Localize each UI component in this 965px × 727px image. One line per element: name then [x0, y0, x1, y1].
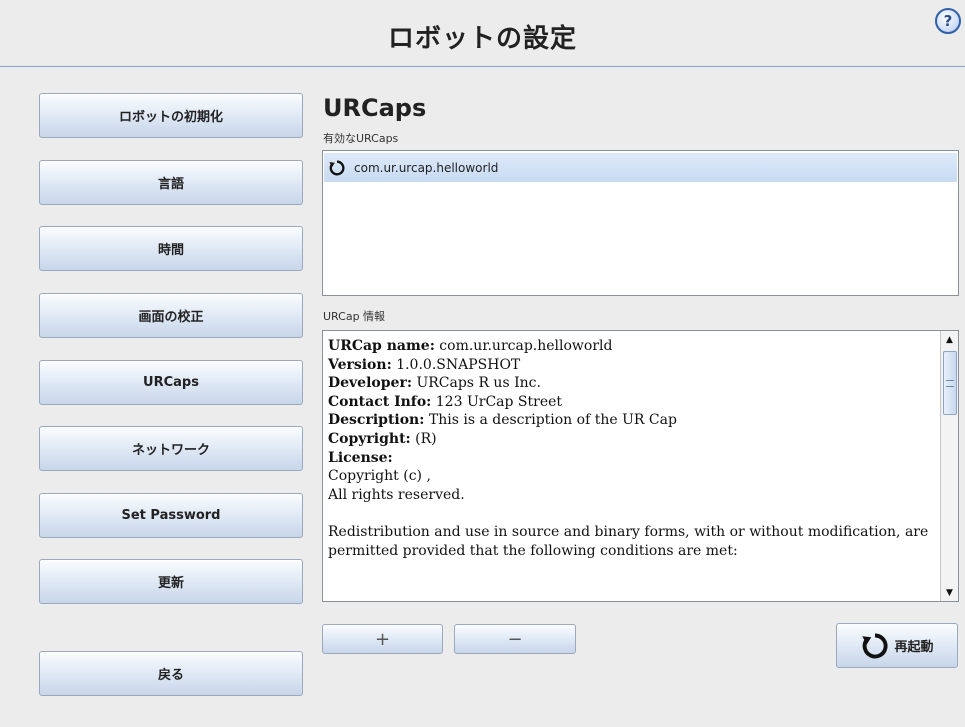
restart-button[interactable]: 再起動	[836, 623, 958, 668]
active-urcaps-label: 有効なURCaps	[323, 132, 399, 145]
info-version-value: 1.0.0.SNAPSHOT	[391, 356, 521, 373]
info-developer-label: Developer:	[328, 375, 412, 392]
back-button[interactable]: 戻る	[39, 651, 303, 696]
section-title: URCaps	[323, 94, 427, 122]
info-description-value: This is a description of the UR Cap	[424, 412, 677, 429]
scroll-thumb[interactable]	[943, 351, 957, 415]
nav-robot-init-button[interactable]: ロボットの初期化	[39, 93, 303, 138]
restart-icon	[329, 160, 345, 175]
nav-urcaps-button[interactable]: URCaps	[39, 360, 303, 405]
urcap-info-label: URCap 情報	[323, 310, 386, 323]
restart-label: 再起動	[894, 640, 934, 655]
scroll-down-arrow-icon[interactable]: ▼	[941, 584, 958, 601]
restart-icon	[862, 633, 889, 658]
info-developer-value: URCaps R us Inc.	[412, 375, 541, 392]
nav-update-button[interactable]: 更新	[39, 559, 303, 604]
remove-urcap-button[interactable]: −	[454, 624, 576, 654]
info-copyright-value: (R)	[410, 430, 437, 447]
urcap-name: com.ur.urcap.helloworld	[354, 160, 499, 175]
nav-time-button[interactable]: 時間	[39, 226, 303, 271]
page-title: ロボットの設定	[387, 24, 577, 54]
info-contact-value: 123 UrCap Street	[431, 393, 563, 410]
urcap-info-text: URCap name: com.ur.urcap.helloworld Vers…	[328, 337, 938, 560]
header-bar: ロボットの設定 ?	[0, 0, 965, 67]
urcap-info-panel[interactable]: URCap name: com.ur.urcap.helloworld Vers…	[322, 330, 959, 602]
add-urcap-button[interactable]: +	[322, 624, 443, 654]
info-copyright-label: Copyright:	[328, 430, 411, 447]
info-description-label: Description:	[328, 412, 425, 429]
list-item[interactable]: com.ur.urcap.helloworld	[324, 153, 957, 182]
info-contact-label: Contact Info:	[328, 393, 432, 410]
info-name-value: com.ur.urcap.helloworld	[434, 338, 613, 354]
nav-set-password-button[interactable]: Set Password	[39, 493, 303, 538]
info-license-label: License:	[328, 449, 393, 466]
info-scrollbar[interactable]: ▲ ▼	[940, 331, 958, 601]
license-paragraph: Redistribution and use in source and bin…	[328, 523, 929, 559]
help-icon[interactable]: ?	[935, 8, 961, 34]
scroll-up-arrow-icon[interactable]: ▲	[941, 331, 958, 348]
nav-screen-calibration-button[interactable]: 画面の校正	[39, 293, 303, 338]
nav-network-button[interactable]: ネットワーク	[39, 426, 303, 471]
nav-language-button[interactable]: 言語	[39, 160, 303, 205]
urcaps-list[interactable]: com.ur.urcap.helloworld	[322, 150, 959, 296]
license-line-2: All rights reserved.	[328, 486, 465, 503]
info-version-label: Version:	[328, 356, 392, 373]
info-name-label: URCap name:	[328, 338, 435, 354]
license-line-1: Copyright (c) ,	[328, 468, 431, 485]
